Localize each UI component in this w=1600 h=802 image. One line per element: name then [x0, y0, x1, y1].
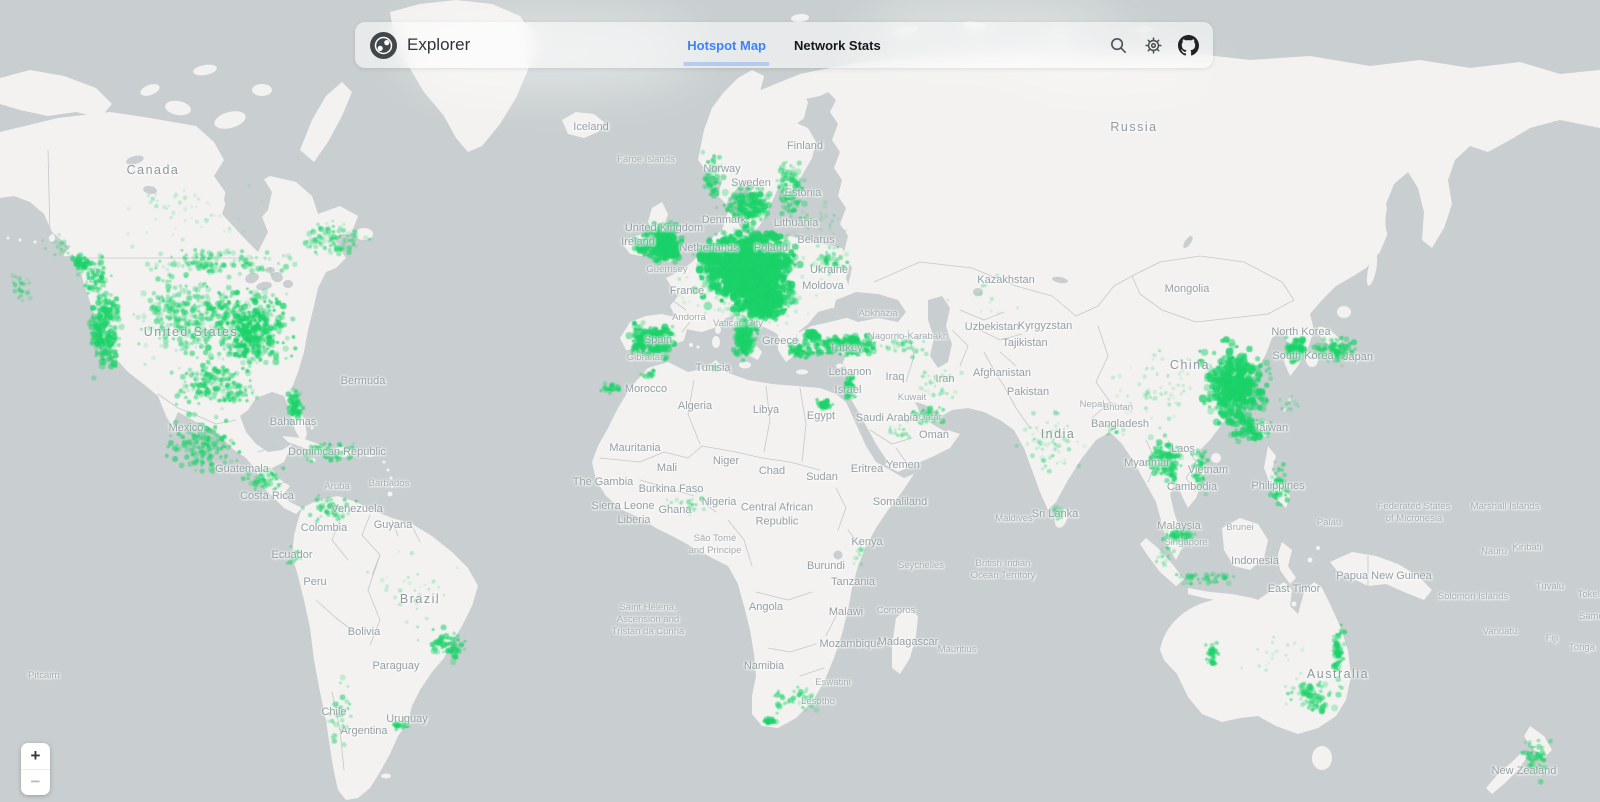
helium-logo-icon [370, 32, 397, 59]
hotspot-map[interactable]: CanadaUnited StatesMexicoGuatemalaCosta … [0, 0, 1600, 802]
tab-hotspot-map[interactable]: Hotspot Map [687, 22, 766, 68]
zoom-out-button[interactable]: − [21, 770, 50, 796]
tab-network-stats[interactable]: Network Stats [794, 22, 881, 68]
zoom-control: + − [21, 743, 50, 795]
github-icon[interactable] [1177, 34, 1199, 56]
top-navbar: Explorer Hotspot Map Network Stats [355, 22, 1213, 68]
hotspot-dots-layer [0, 0, 1600, 802]
nav-tabs: Hotspot Map Network Stats [687, 22, 880, 68]
zoom-in-button[interactable]: + [21, 743, 50, 770]
brand-home-link[interactable]: Explorer [355, 32, 470, 59]
nav-icon-group [1107, 34, 1213, 56]
search-icon[interactable] [1107, 34, 1129, 56]
brand-name: Explorer [407, 35, 470, 55]
gear-icon[interactable] [1142, 34, 1164, 56]
